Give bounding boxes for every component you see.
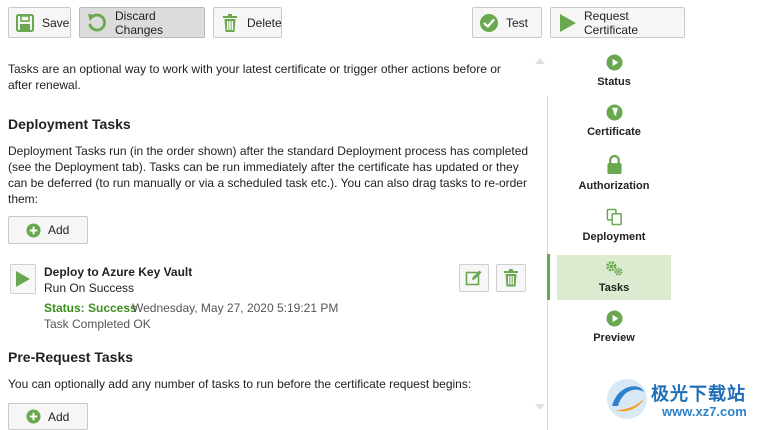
gears-icon: [606, 261, 623, 276]
plus-circle-icon: [26, 222, 41, 238]
nav-authorization[interactable]: Authorization: [557, 149, 671, 197]
task-result: Task Completed OK: [44, 317, 151, 331]
watermark-title: 极光下载站: [651, 384, 746, 405]
edit-task-button[interactable]: [459, 264, 489, 292]
discard-label: Discard Changes: [115, 8, 164, 37]
request-certificate-button[interactable]: Request Certificate: [550, 7, 685, 38]
add-deployment-task-button[interactable]: Add: [8, 216, 88, 244]
delete-task-button[interactable]: [496, 264, 526, 292]
task-trigger: Run On Success: [44, 281, 135, 295]
run-task-button[interactable]: [10, 264, 36, 294]
nav-tasks-label: Tasks: [598, 282, 630, 294]
save-button[interactable]: Save: [8, 7, 71, 38]
nav-deployment-label: Deployment: [582, 231, 646, 243]
test-button[interactable]: Test: [472, 7, 542, 38]
active-tab-indicator: [547, 254, 550, 300]
pre-request-tasks-description: You can optionally add any number of tas…: [8, 377, 472, 391]
nav-deployment[interactable]: Deployment: [557, 203, 671, 249]
task-timestamp: Wednesday, May 27, 2020 5:19:21 PM: [132, 301, 339, 315]
pre-request-tasks-heading: Pre-Request Tasks: [8, 349, 134, 365]
play-icon: [560, 13, 576, 32]
nav-status[interactable]: Status: [557, 49, 671, 92]
play-circle-icon: [605, 310, 623, 327]
delete-button[interactable]: Delete: [213, 7, 282, 38]
intro-text: Tasks are an optional way to work with y…: [8, 62, 501, 92]
task-status: Status: Success: [44, 301, 137, 315]
lock-icon: [606, 154, 622, 174]
nav-authorization-label: Authorization: [578, 180, 650, 192]
check-circle-icon: [480, 13, 498, 32]
plus-circle-icon: [26, 409, 41, 424]
nav-preview[interactable]: Preview: [557, 305, 671, 350]
add-label: Add: [48, 409, 70, 424]
add-label: Add: [48, 223, 70, 237]
discard-changes-button[interactable]: Discard Changes: [79, 7, 205, 38]
nav-certificate-label: Certificate: [587, 126, 641, 138]
watermark-url: www.xz7.com: [662, 404, 747, 419]
watermark-logo-icon: [607, 379, 647, 419]
nav-preview-label: Preview: [593, 332, 635, 344]
certificate-icon: [605, 104, 623, 121]
save-label: Save: [42, 15, 70, 30]
edit-icon: [465, 270, 482, 286]
scroll-up-arrow[interactable]: [535, 58, 545, 64]
nav-tasks[interactable]: Tasks: [557, 255, 671, 300]
test-label: Test: [506, 15, 529, 30]
copy-icon: [606, 208, 622, 226]
deployment-tasks-heading: Deployment Tasks: [8, 116, 131, 132]
nav-status-label: Status: [597, 76, 631, 88]
trash-icon: [504, 269, 518, 287]
play-circle-icon: [605, 54, 623, 71]
scroll-down-arrow[interactable]: [535, 404, 545, 410]
play-icon: [16, 271, 30, 287]
delete-label: Delete: [247, 15, 282, 30]
deployment-tasks-description: Deployment Tasks run (in the order shown…: [8, 144, 529, 206]
undo-icon: [88, 13, 106, 31]
save-icon: [16, 13, 34, 32]
add-pre-request-task-button[interactable]: Add: [8, 403, 88, 430]
task-title: Deploy to Azure Key Vault: [44, 265, 193, 279]
nav-certificate[interactable]: Certificate: [557, 99, 671, 144]
trash-icon: [223, 13, 237, 32]
request-certificate-label: Request Certificate: [584, 8, 639, 37]
